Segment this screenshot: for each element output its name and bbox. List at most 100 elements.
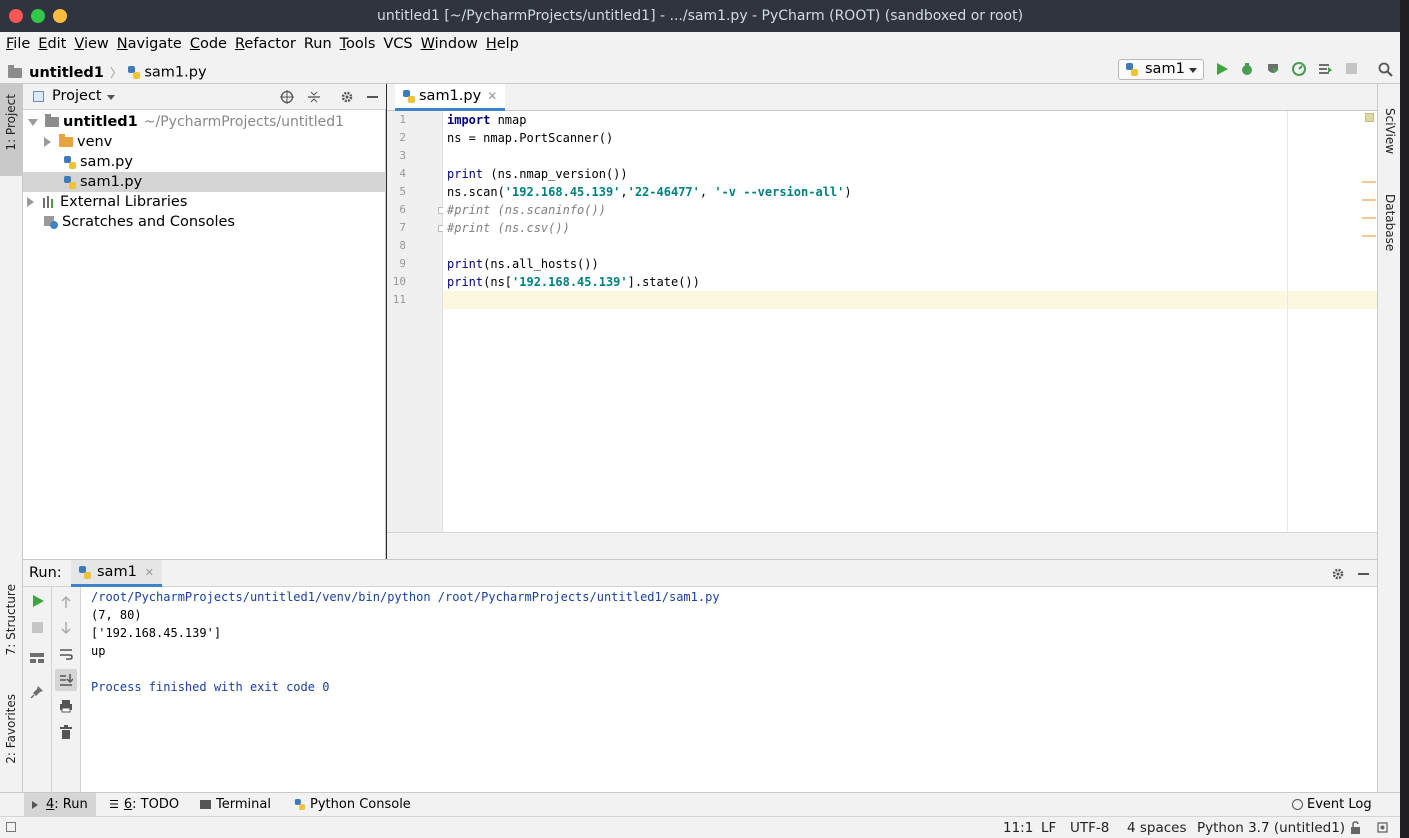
soft-wrap-icon[interactable] [59, 647, 73, 661]
lock-icon[interactable] [1350, 821, 1362, 834]
event-log-button[interactable]: Event Log [1292, 797, 1372, 812]
run-config-label: sam1 [1145, 61, 1185, 77]
menu-window[interactable]: Window [421, 36, 478, 52]
menu-tools[interactable]: Tools [340, 36, 376, 52]
chevron-down-icon[interactable] [28, 118, 38, 126]
scroll-to-end-toggle[interactable] [55, 669, 77, 691]
run-toolbar-primary [23, 587, 52, 792]
tree-item-root[interactable]: untitled1 ~/PycharmProjects/untitled1 [23, 112, 386, 132]
code-line-2: ns = nmap.PortScanner() [447, 131, 614, 145]
menu-help[interactable]: Help [486, 36, 519, 52]
navigation-bar: untitled1 〉 sam1.py sam1 [0, 56, 1400, 84]
stop-icon[interactable] [1346, 63, 1357, 74]
concurrency-icon[interactable] [1318, 62, 1332, 76]
menu-refactor[interactable]: Refactor [235, 36, 296, 52]
run-icon[interactable] [1215, 62, 1229, 76]
menu-run[interactable]: Run [304, 36, 332, 52]
python-icon [79, 565, 91, 579]
locate-file-icon[interactable] [280, 90, 294, 104]
gear-icon[interactable] [1331, 567, 1345, 581]
tree-item-sam1-py[interactable]: sam1.py [23, 172, 386, 192]
code-line-10: print(ns['192.168.45.139'].state()) [447, 275, 700, 289]
layout-icon[interactable] [30, 653, 44, 663]
list-icon: ☰ [109, 798, 119, 811]
tree-item-venv[interactable]: venv [23, 132, 386, 152]
tree-item-sam-py[interactable]: sam.py [23, 152, 386, 172]
code-line-4: print (ns.nmap_version()) [447, 167, 628, 181]
breadcrumb-separator: 〉 [110, 66, 123, 80]
status-line-separator[interactable]: LF [1041, 820, 1056, 836]
line-number: 7 [399, 221, 406, 234]
tool-tab-run-label: : Run [54, 797, 88, 812]
code-line-1: import nmap [447, 113, 527, 127]
tool-tab-terminal[interactable]: Terminal [200, 797, 271, 812]
error-stripe-mark[interactable] [1362, 217, 1376, 219]
search-icon[interactable] [1378, 62, 1393, 77]
run-panel-header: Run: sam1 ✕ [23, 559, 1377, 587]
tool-tab-python-console[interactable]: Python Console [294, 797, 411, 812]
console-command-line: /root/PycharmProjects/untitled1/venv/bin… [91, 590, 720, 604]
status-encoding[interactable]: UTF-8 [1070, 820, 1109, 836]
editor-tab-sam1[interactable]: sam1.py ✕ [395, 84, 506, 111]
tool-window-favorites-button[interactable]: 2: Favorites [0, 690, 22, 786]
error-stripe-mark[interactable] [1362, 235, 1376, 237]
menu-file[interactable]: File [6, 36, 30, 52]
menu-navigate[interactable]: Navigate [117, 36, 182, 52]
toggle-tool-windows-icon[interactable] [6, 822, 16, 832]
status-caret-position[interactable]: 11:1 [1003, 820, 1033, 836]
gear-icon[interactable] [340, 90, 354, 104]
tool-window-structure-button[interactable]: 7: Structure [0, 582, 22, 674]
breadcrumb-file[interactable]: sam1.py [144, 65, 206, 81]
trash-icon[interactable] [60, 725, 72, 739]
menu-edit[interactable]: Edit [38, 36, 66, 52]
minimize-panel-icon[interactable] [1358, 573, 1369, 575]
tool-tab-todo[interactable]: ☰ 6: TODO [109, 797, 179, 812]
status-interpreter[interactable]: Python 3.7 (untitled1) [1197, 820, 1345, 836]
chevron-down-icon[interactable] [107, 95, 115, 100]
rerun-icon[interactable] [31, 594, 45, 608]
inspector-icon[interactable] [1376, 821, 1389, 834]
error-stripe-mark[interactable] [1362, 181, 1376, 183]
tool-window-sciview-label: SciView [1383, 108, 1397, 155]
stop-icon[interactable] [32, 622, 43, 633]
tool-window-database-button[interactable]: Database [1380, 176, 1400, 256]
console-output-line: ['192.168.45.139'] [91, 626, 222, 640]
project-panel-header: Project [23, 84, 386, 110]
chevron-right-icon[interactable] [27, 197, 34, 207]
tool-window-structure-label: 7: Structure [4, 584, 18, 656]
debug-icon[interactable] [1240, 62, 1254, 76]
event-log-icon [1292, 799, 1303, 810]
right-tool-stripe: SciView Database [1377, 84, 1400, 792]
run-console-output[interactable]: /root/PycharmProjects/untitled1/venv/bin… [81, 587, 1377, 792]
run-with-coverage-icon[interactable] [1266, 62, 1280, 76]
arrow-up-icon[interactable] [60, 595, 72, 609]
close-icon[interactable]: ✕ [145, 566, 154, 579]
project-panel-title[interactable]: Project [52, 88, 102, 104]
tool-window-sciview-button[interactable]: SciView [1380, 92, 1400, 162]
print-icon[interactable] [59, 699, 73, 713]
code-line-7: #print (ns.csv()) [447, 221, 570, 235]
pin-icon[interactable] [30, 685, 44, 699]
menu-code[interactable]: Code [190, 36, 227, 52]
run-tab-sam1[interactable]: sam1 ✕ [71, 560, 163, 587]
menu-vcs[interactable]: VCS [383, 36, 412, 52]
chevron-right-icon[interactable] [44, 137, 51, 147]
close-icon[interactable]: ✕ [487, 89, 497, 103]
breadcrumb-project[interactable]: untitled1 [29, 65, 104, 81]
error-stripe-mark[interactable] [1362, 199, 1376, 201]
inspection-status-icon[interactable] [1365, 113, 1374, 122]
minimize-panel-icon[interactable] [367, 96, 378, 98]
menu-view[interactable]: View [74, 36, 108, 52]
arrow-down-icon[interactable] [60, 621, 72, 635]
tool-tab-run[interactable]: 4: Run [24, 793, 96, 816]
tool-window-project-button[interactable]: 1: Project [0, 84, 22, 176]
profile-icon[interactable] [1292, 62, 1306, 76]
status-indent[interactable]: 4 spaces [1127, 820, 1187, 836]
tree-item-scratches[interactable]: Scratches and Consoles [23, 212, 386, 232]
line-number: 1 [399, 113, 406, 126]
terminal-icon [200, 800, 211, 809]
run-config-selector[interactable]: sam1 [1118, 59, 1204, 80]
tree-item-external-libraries[interactable]: External Libraries [23, 192, 386, 212]
code-lines[interactable]: import nmap ns = nmap.PortScanner() prin… [443, 111, 1283, 311]
collapse-all-icon[interactable] [307, 90, 321, 104]
